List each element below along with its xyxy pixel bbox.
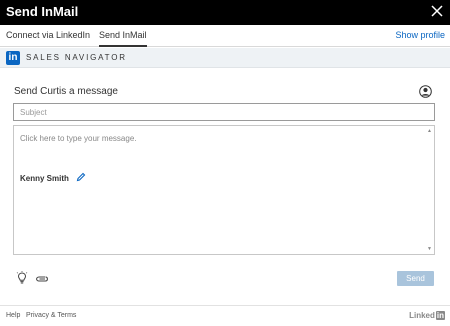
send-button[interactable]: Send — [397, 271, 434, 286]
person-icon[interactable] — [419, 85, 432, 98]
linkedin-logo: in — [6, 51, 20, 65]
compose-heading: Send Curtis a message — [14, 86, 118, 97]
linkedin-footer-logo-text: Linked — [409, 311, 435, 320]
subject-input[interactable]: Subject — [13, 103, 435, 121]
sales-navigator-banner: in SALES NAVIGATOR — [0, 48, 450, 68]
scroll-down-icon[interactable]: ▼ — [427, 246, 432, 252]
privacy-terms-link[interactable]: Privacy & Terms — [26, 312, 76, 319]
scrollbar[interactable]: ▲ ▼ — [426, 126, 434, 254]
message-placeholder: Click here to type your message. — [20, 134, 137, 143]
message-textarea[interactable]: Click here to type your message. Kenny S… — [13, 125, 435, 255]
show-profile-link[interactable]: Show profile — [395, 30, 445, 40]
footer: Help Privacy & Terms Linked in — [0, 305, 450, 326]
pencil-icon[interactable] — [76, 172, 86, 182]
scroll-up-icon[interactable]: ▲ — [427, 128, 432, 134]
window-title: Send InMail — [6, 4, 79, 19]
attachment-icon[interactable] — [35, 274, 49, 284]
linkedin-footer-logo-in: in — [435, 311, 445, 320]
tab-bar: Connect via LinkedIn Send InMail Show pr… — [0, 25, 450, 47]
linkedin-footer-logo: Linked in — [409, 311, 445, 320]
lightbulb-icon[interactable] — [16, 271, 28, 285]
sales-navigator-label: SALES NAVIGATOR — [26, 53, 127, 62]
tab-send-inmail[interactable]: Send InMail — [99, 30, 147, 47]
tab-connect-via-linkedin[interactable]: Connect via LinkedIn — [6, 30, 90, 40]
help-link[interactable]: Help — [6, 312, 20, 319]
signature-text: Kenny Smith — [20, 174, 69, 183]
close-icon[interactable] — [430, 4, 444, 18]
title-bar: Send InMail — [0, 0, 450, 25]
